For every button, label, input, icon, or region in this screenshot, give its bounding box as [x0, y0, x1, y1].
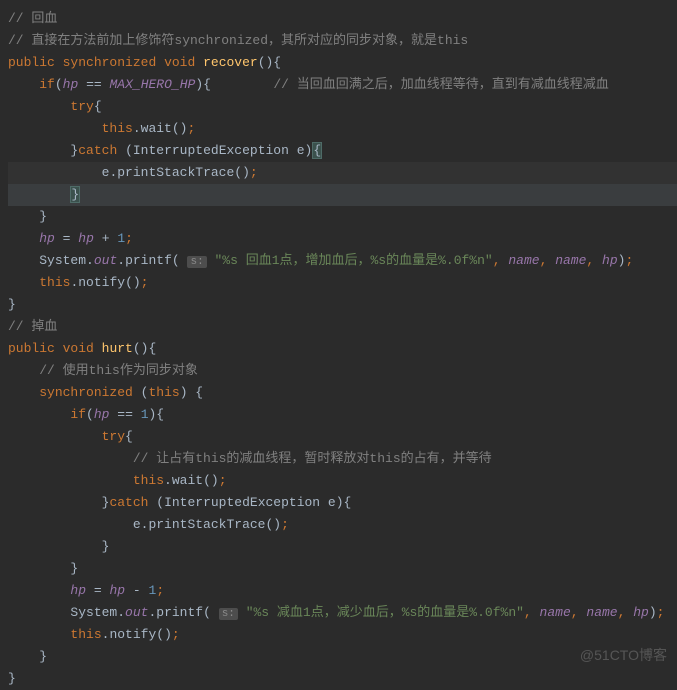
field-hp: hp — [63, 77, 79, 92]
code-line-highlighted: e.printStackTrace(); — [8, 162, 677, 184]
field-hp: hp — [94, 407, 110, 422]
code-line: }catch (InterruptedException e){ — [8, 492, 677, 514]
static-field: out — [94, 253, 117, 268]
method-call: notify — [109, 627, 156, 642]
field-name: name — [586, 605, 617, 620]
identifier: e — [133, 517, 141, 532]
code-line: this.wait(); — [8, 470, 677, 492]
field-hp: hp — [39, 231, 55, 246]
identifier: e — [328, 495, 336, 510]
number: 1 — [117, 231, 125, 246]
brace-match: { — [312, 142, 322, 159]
code-line: public void hurt(){ — [8, 338, 677, 360]
code-line: } — [8, 536, 677, 558]
method-call: notify — [78, 275, 125, 290]
code-line: } — [8, 294, 677, 316]
identifier: e — [297, 143, 305, 158]
keyword-public: public — [8, 55, 55, 70]
code-line: // 使用this作为同步对象 — [8, 360, 677, 382]
code-line-caret[interactable]: } — [8, 184, 677, 206]
code-line: if(hp == 1){ — [8, 404, 677, 426]
param-hint: s: — [219, 608, 238, 620]
class-ref: System — [70, 605, 117, 620]
code-line: e.printStackTrace(); — [8, 514, 677, 536]
keyword-this: this — [39, 275, 70, 290]
field-hp: hp — [70, 583, 86, 598]
code-line: if(hp == MAX_HERO_HP){ // 当回血回满之后，加血线程等待… — [8, 74, 677, 96]
field-hp: hp — [633, 605, 649, 620]
code-line: this.notify(); — [8, 272, 677, 294]
keyword-synchronized: synchronized — [39, 385, 133, 400]
keyword-this: this — [133, 473, 164, 488]
code-line: this.wait(); — [8, 118, 677, 140]
watermark: @51CTO博客 — [580, 644, 667, 666]
field-hp: hp — [109, 583, 125, 598]
code-line: System.out.printf( s: "%s 减血1点，减少血后，%s的血… — [8, 602, 677, 624]
method-call: printf — [156, 605, 203, 620]
comment: // 掉血 — [8, 319, 57, 334]
method-call: wait — [141, 121, 172, 136]
operator: == — [86, 77, 102, 92]
keyword-synchronized: synchronized — [63, 55, 157, 70]
string-literal: "%s 减血1点，减少血后，%s的血量是%.0f%n" — [246, 605, 524, 620]
method-call: printStackTrace — [117, 165, 234, 180]
keyword-catch: catch — [78, 143, 117, 158]
brace-match: } — [70, 186, 80, 203]
method-call: wait — [172, 473, 203, 488]
code-line: try{ — [8, 426, 677, 448]
exception-type: InterruptedException — [133, 143, 289, 158]
field-name: name — [540, 605, 571, 620]
keyword-if: if — [70, 407, 86, 422]
comment: // 当回血回满之后，加血线程等待，直到有减血线程减血 — [273, 77, 608, 92]
keyword-try: try — [102, 429, 125, 444]
static-field: out — [125, 605, 148, 620]
code-line: public synchronized void recover(){ — [8, 52, 677, 74]
keyword-this: this — [102, 121, 133, 136]
code-line: // 直接在方法前加上修饰符synchronized，其所对应的同步对象，就是t… — [8, 30, 677, 52]
exception-type: InterruptedException — [164, 495, 320, 510]
code-line: // 回血 — [8, 8, 677, 30]
code-line: // 让占有this的减血线程，暂时释放对this的占有，并等待 — [8, 448, 677, 470]
comment: // 直接在方法前加上修饰符synchronized，其所对应的同步对象，就是t… — [8, 33, 468, 48]
code-line: } — [8, 558, 677, 580]
method-name: hurt — [102, 341, 133, 356]
code-line: } — [8, 646, 677, 668]
field-hp: hp — [78, 231, 94, 246]
keyword-if: if — [39, 77, 55, 92]
code-line: try{ — [8, 96, 677, 118]
keyword-try: try — [70, 99, 93, 114]
operator: + — [102, 231, 110, 246]
param-hint: s: — [187, 256, 206, 268]
class-ref: System — [39, 253, 86, 268]
keyword-catch: catch — [109, 495, 148, 510]
comment: // 回血 — [8, 11, 57, 26]
method-name: recover — [203, 55, 258, 70]
keyword-this: this — [148, 385, 179, 400]
keyword-void: void — [63, 341, 94, 356]
code-line: hp = hp - 1; — [8, 580, 677, 602]
code-line: }catch (InterruptedException e){ — [8, 140, 677, 162]
code-line: } — [8, 668, 677, 690]
keyword-this: this — [70, 627, 101, 642]
operator: - — [133, 583, 141, 598]
field-name: name — [508, 253, 539, 268]
field-name: name — [555, 253, 586, 268]
code-line: synchronized (this) { — [8, 382, 677, 404]
keyword-public: public — [8, 341, 55, 356]
operator: == — [117, 407, 133, 422]
method-call: printStackTrace — [148, 517, 265, 532]
code-line: System.out.printf( s: "%s 回血1点，增加血后，%s的血… — [8, 250, 677, 272]
code-line: this.notify(); — [8, 624, 677, 646]
constant: MAX_HERO_HP — [109, 77, 195, 92]
method-call: printf — [125, 253, 172, 268]
field-hp: hp — [602, 253, 618, 268]
code-line: hp = hp + 1; — [8, 228, 677, 250]
keyword-void: void — [164, 55, 195, 70]
comment: // 让占有this的减血线程，暂时释放对this的占有，并等待 — [133, 451, 492, 466]
comment: // 使用this作为同步对象 — [39, 363, 198, 378]
number: 1 — [141, 407, 149, 422]
code-line: // 掉血 — [8, 316, 677, 338]
string-literal: "%s 回血1点，增加血后，%s的血量是%.0f%n" — [215, 253, 493, 268]
code-line: } — [8, 206, 677, 228]
